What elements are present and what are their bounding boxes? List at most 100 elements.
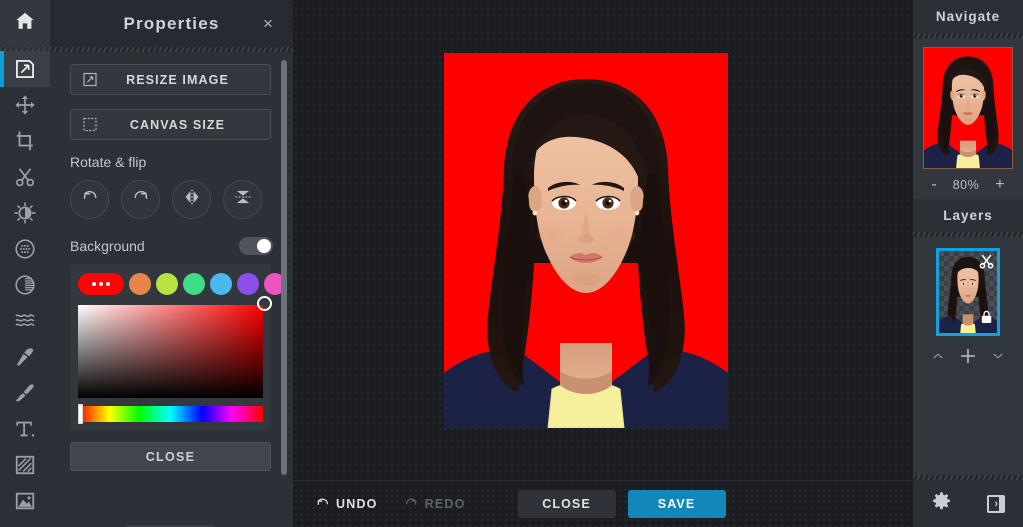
properties-body: RESIZE IMAGE CANVAS SIZE Rotate & flip B… <box>50 52 293 527</box>
sidebar-item-crop[interactable] <box>0 123 50 159</box>
canvas-size-label: CANVAS SIZE <box>129 117 226 132</box>
sv-cursor-handle[interactable] <box>257 296 272 311</box>
canvas-column: UNDO REDO CLOSE SAVE <box>293 0 913 527</box>
canvas-stage[interactable] <box>293 0 913 480</box>
crop-icon <box>14 130 36 152</box>
cancel-label: CLOSE <box>542 497 591 511</box>
portrait-photo <box>444 53 728 428</box>
saturation-value-picker[interactable] <box>78 296 272 398</box>
swatch-dot <box>106 282 110 286</box>
resize-image-button[interactable]: RESIZE IMAGE <box>70 64 271 95</box>
layer-lock-icon[interactable] <box>979 309 994 330</box>
color-swatch-red[interactable] <box>78 273 124 295</box>
rotate-flip-label: Rotate & flip <box>70 154 147 170</box>
paintbrush-icon <box>14 382 36 404</box>
resize-icon <box>14 58 36 80</box>
layer-thumbnail[interactable] <box>936 248 1000 336</box>
color-swatch-lime[interactable] <box>156 273 178 295</box>
undo-icon <box>315 495 330 513</box>
brightness-icon <box>14 202 36 224</box>
add-layer-button[interactable] <box>958 346 978 371</box>
magic-wand-icon <box>14 346 36 368</box>
redo-icon <box>404 495 419 513</box>
sidebar-item-text[interactable] <box>0 411 50 447</box>
properties-close-label: CLOSE <box>145 449 196 464</box>
background-row: Background <box>70 237 273 255</box>
swatch-dot <box>99 282 103 286</box>
zoom-level-value: 80% <box>952 178 980 192</box>
properties-scrollbar[interactable] <box>281 60 287 475</box>
color-swatch-row <box>78 273 286 295</box>
right-panel-footer: › <box>913 480 1023 527</box>
hue-slider-handle[interactable] <box>78 404 83 424</box>
canvas-image[interactable] <box>444 53 728 428</box>
left-toolbar <box>0 0 50 527</box>
sidebar-item-contrast[interactable] <box>0 267 50 303</box>
properties-header: Properties × <box>50 0 293 47</box>
sidebar-item-move[interactable] <box>0 87 50 123</box>
rotate-right-icon <box>131 187 151 212</box>
waves-icon <box>14 310 36 332</box>
sidebar-item-pattern[interactable] <box>0 447 50 483</box>
toggle-knob <box>257 239 271 253</box>
text-icon <box>14 418 36 440</box>
rotate-left-button[interactable] <box>70 180 109 219</box>
layers-title: Layers <box>913 199 1023 232</box>
cancel-button[interactable]: CLOSE <box>517 490 616 518</box>
color-swatch-green[interactable] <box>183 273 205 295</box>
sidebar-item-resize[interactable] <box>0 51 50 87</box>
sidebar-item-waves[interactable] <box>0 303 50 339</box>
gear-icon[interactable] <box>931 491 952 517</box>
properties-panel: Properties × RESIZE IMAGE CANVAS SIZE Ro… <box>50 0 293 527</box>
swatch-dot <box>92 282 96 286</box>
blur-icon <box>14 238 36 260</box>
sidebar-item-paintbrush[interactable] <box>0 375 50 411</box>
navigator-thumbnail[interactable] <box>923 47 1013 169</box>
properties-close-button[interactable]: CLOSE <box>70 442 271 471</box>
layer-controls <box>929 346 1007 371</box>
sidebar-item-blur[interactable] <box>0 231 50 267</box>
layer-up-button[interactable] <box>929 349 947 368</box>
canvas-size-button[interactable]: CANVAS SIZE <box>70 109 271 140</box>
redo-button: REDO <box>404 495 466 513</box>
sidebar-item-magic-wand[interactable] <box>0 339 50 375</box>
flip-horizontal-icon <box>182 187 202 212</box>
resize-image-label: RESIZE IMAGE <box>126 72 229 87</box>
color-swatch-purple[interactable] <box>237 273 259 295</box>
contrast-icon <box>14 274 36 296</box>
background-label: Background <box>70 238 145 254</box>
undo-label: UNDO <box>336 497 378 511</box>
background-toggle[interactable] <box>239 237 273 255</box>
resize-icon <box>81 71 98 88</box>
rotate-left-icon <box>80 187 100 212</box>
home-icon <box>14 10 36 37</box>
navigate-title: Navigate <box>913 0 1023 33</box>
zoom-out-button[interactable]: - <box>931 177 936 193</box>
color-swatch-blue[interactable] <box>210 273 232 295</box>
zoom-controls: - 80% + <box>913 177 1023 193</box>
save-label: SAVE <box>657 497 696 511</box>
undo-button[interactable]: UNDO <box>315 495 378 513</box>
layers-body <box>913 237 1023 475</box>
redo-label: REDO <box>424 497 466 511</box>
save-button[interactable]: SAVE <box>627 490 726 518</box>
collapse-panel-icon[interactable]: › <box>987 494 1006 513</box>
layer-down-button[interactable] <box>989 349 1007 368</box>
color-picker <box>70 264 286 430</box>
sidebar-item-brightness[interactable] <box>0 195 50 231</box>
color-swatch-orange[interactable] <box>129 273 151 295</box>
zoom-in-button[interactable]: + <box>995 177 1004 193</box>
close-icon[interactable]: × <box>259 15 277 33</box>
sidebar-item-home[interactable] <box>0 0 50 47</box>
right-panel: Navigate - 80% + Layers › <box>913 0 1023 527</box>
rotate-right-button[interactable] <box>121 180 160 219</box>
layer-scissors-icon[interactable] <box>978 253 995 275</box>
flip-vertical-button[interactable] <box>223 180 262 219</box>
move-icon <box>14 94 36 116</box>
page-title: Properties <box>123 13 220 33</box>
flip-horizontal-button[interactable] <box>172 180 211 219</box>
sidebar-item-cut[interactable] <box>0 159 50 195</box>
rotate-flip-controls <box>70 180 273 219</box>
sidebar-item-image[interactable] <box>0 483 50 519</box>
hue-slider[interactable] <box>78 404 263 424</box>
